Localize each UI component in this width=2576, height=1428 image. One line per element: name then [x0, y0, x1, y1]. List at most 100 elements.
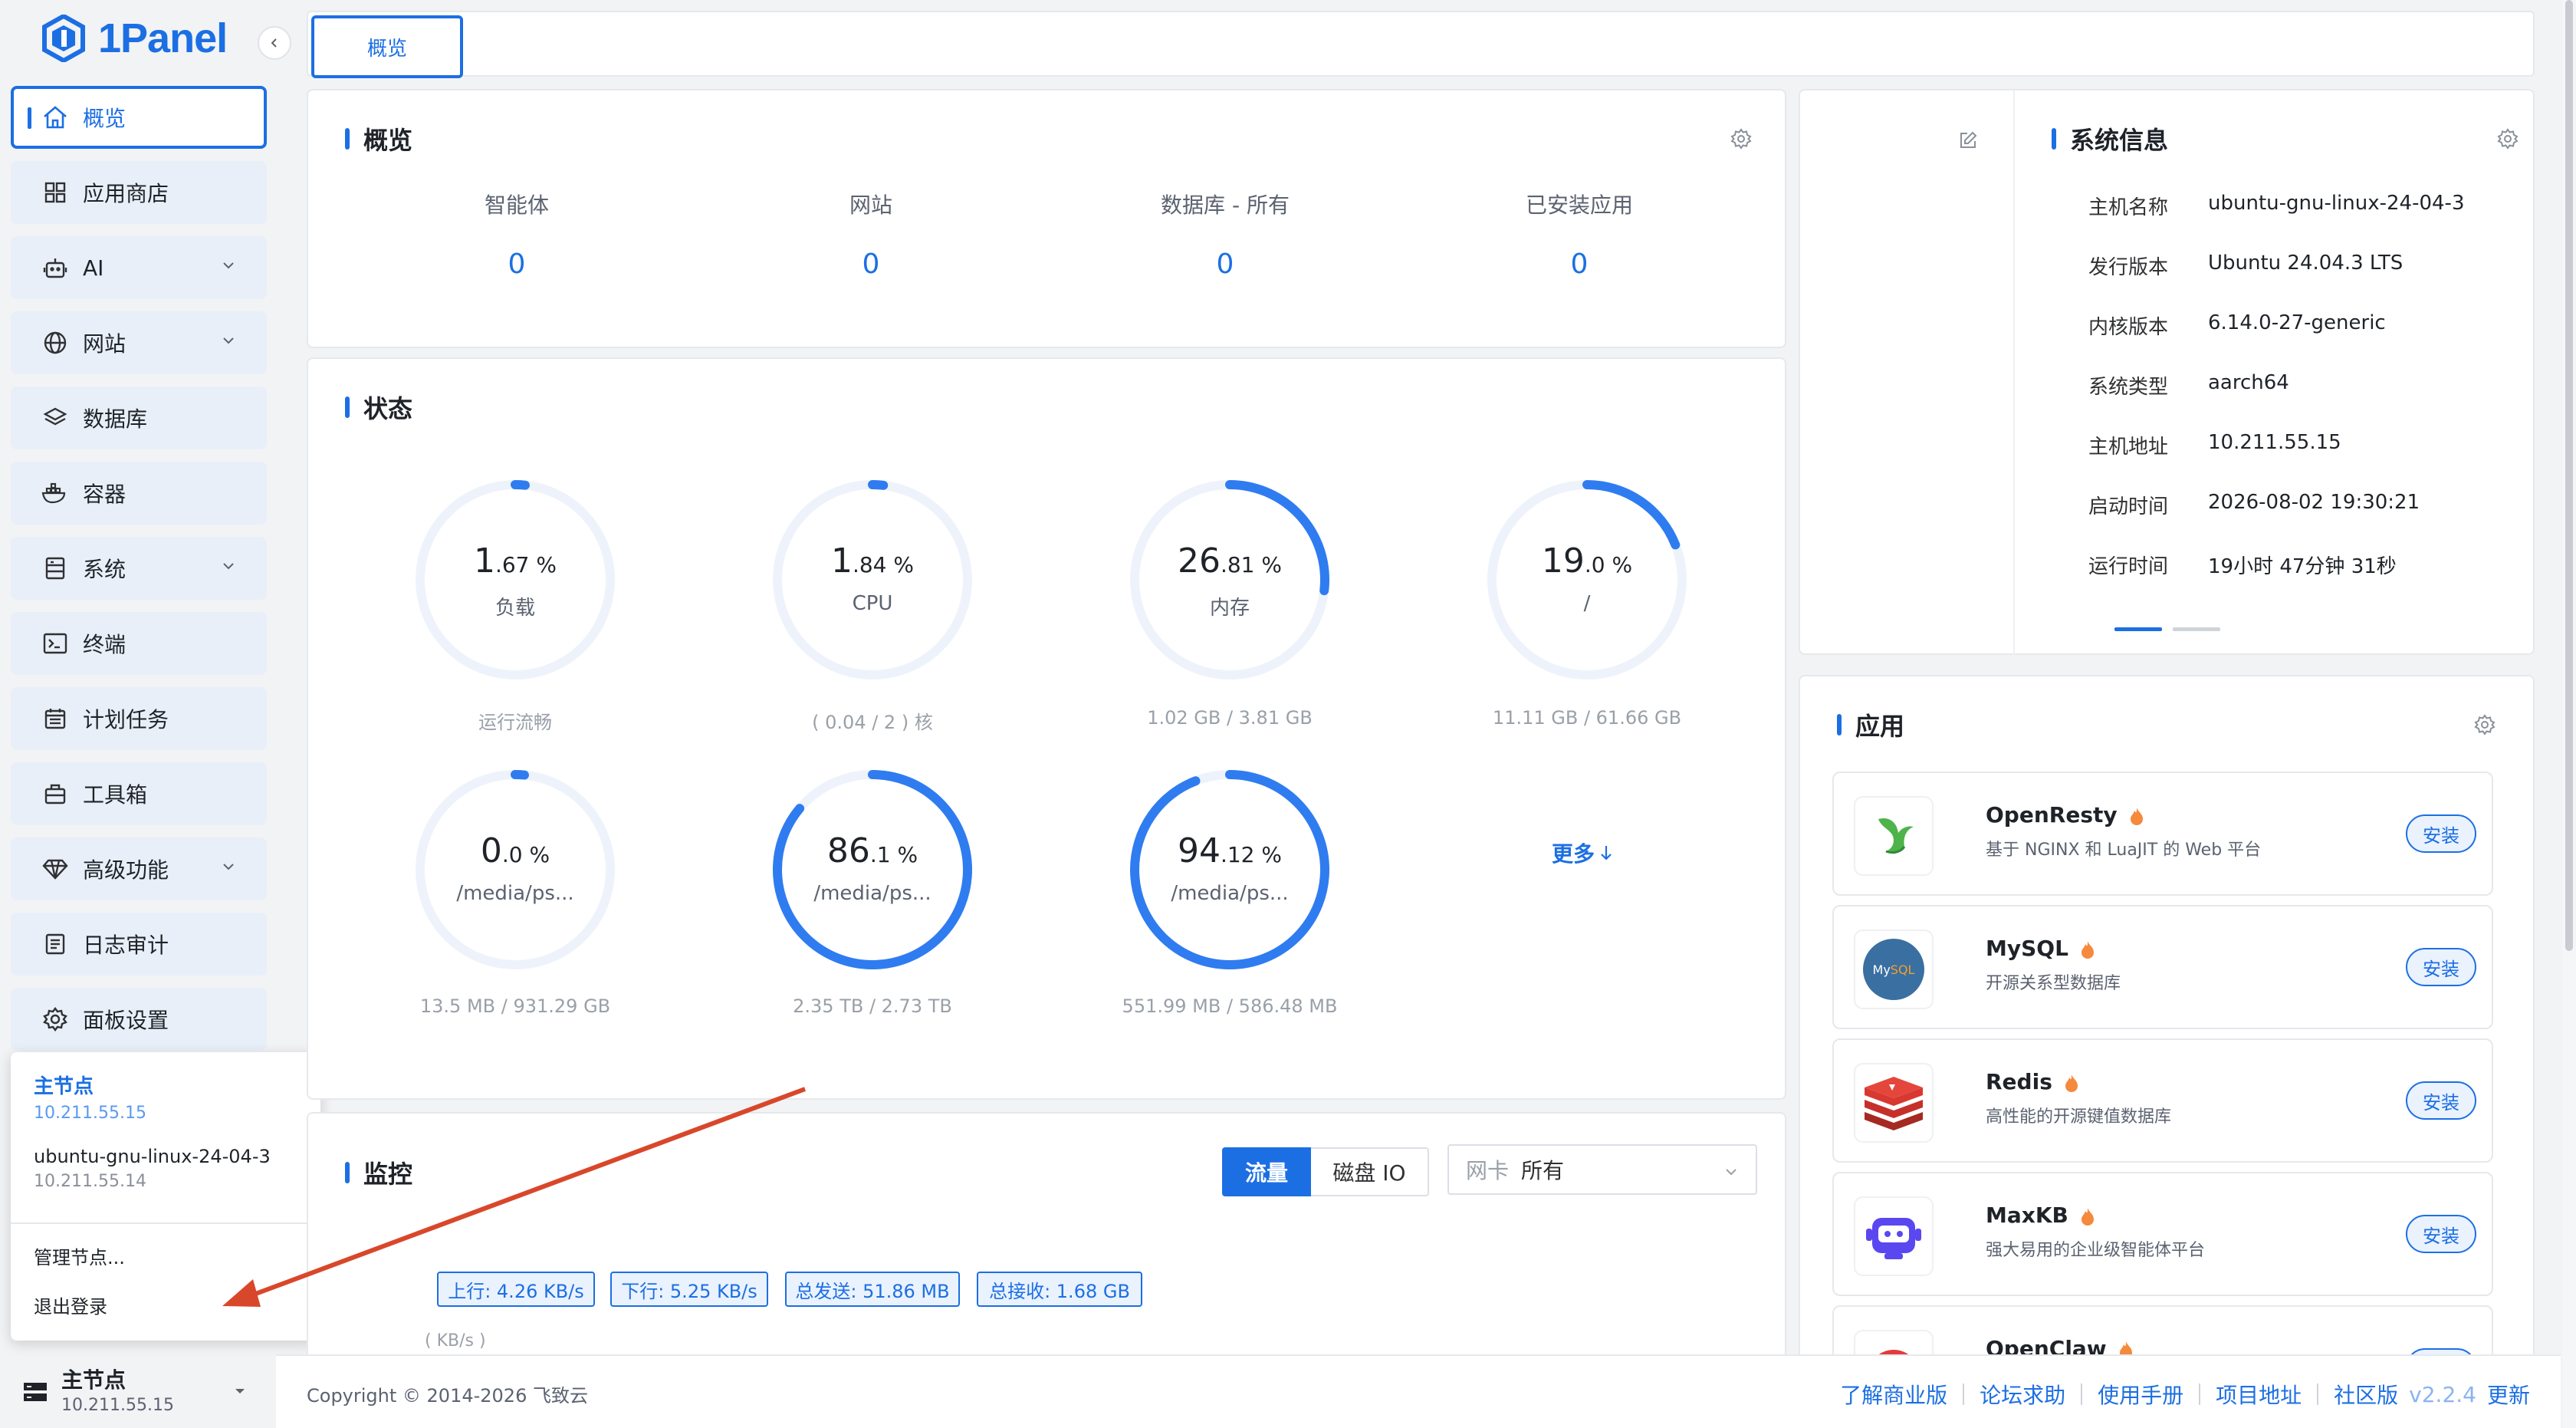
footer-links: 了解商业版 论坛求助 使用手册 项目地址 社区版 v2.2.4 更新	[1840, 1379, 2530, 1410]
sidebar-item-label: 系统	[83, 557, 127, 582]
scrollbar-thumb[interactable]	[2565, 0, 2573, 951]
install-button[interactable]: 安装	[2406, 1081, 2476, 1120]
install-button[interactable]: 安装	[2406, 1215, 2476, 1253]
sidebar-item-settings[interactable]: 面板设置	[11, 988, 267, 1051]
gear-icon[interactable]	[1730, 127, 1753, 150]
tab-bar: 概览	[307, 11, 2535, 78]
update-link[interactable]: 更新	[2487, 1379, 2530, 1410]
gauge-caption: 运行流畅	[478, 712, 552, 733]
divider	[1963, 1384, 1965, 1405]
collapse-sidebar-button[interactable]	[258, 26, 291, 60]
carousel-indicator[interactable]	[2173, 627, 2220, 631]
status-card: 状态 1.67 % 负载 运行流畅 1.84 % CPU ( 0.04 / 2 …	[307, 357, 1786, 1100]
status-title: 状态	[345, 390, 412, 425]
link-community[interactable]: 社区版	[2334, 1379, 2398, 1410]
sidebar-item-overview[interactable]: 概览	[11, 86, 267, 149]
app-name: OpenClaw	[1986, 1336, 2134, 1354]
upload-rate-tag: 上行: 4.26 KB/s	[437, 1272, 595, 1307]
node-ip: 10.211.55.15	[34, 1104, 146, 1123]
link-commercial[interactable]: 了解商业版	[1840, 1379, 1947, 1410]
link-forum[interactable]: 论坛求助	[1980, 1379, 2065, 1410]
install-button[interactable]: 安装	[2406, 814, 2476, 853]
chevron-down-icon	[223, 262, 234, 269]
sidebar-item-label: 面板设置	[83, 1008, 169, 1033]
sidebar-item-system[interactable]: 系统	[11, 537, 267, 600]
app-card-openresty[interactable]: OpenResty 基于 NGINX 和 LuaJIT 的 Web 平台 安装	[1832, 772, 2493, 896]
app-card-mysql[interactable]: MySQL MySQL 开源关系型数据库 安装	[1832, 905, 2493, 1029]
gauge-caption: 1.02 GB / 3.81 GB	[1147, 707, 1313, 729]
gauge-label: 内存	[1209, 597, 1250, 620]
tab-traffic[interactable]: 流量	[1222, 1147, 1311, 1196]
app-card-redis[interactable]: Redis 高性能的开源键值数据库 安装	[1832, 1038, 2493, 1163]
gear-icon[interactable]	[2496, 127, 2519, 150]
overview-websites[interactable]: 网站 0	[756, 189, 986, 280]
divider	[2199, 1384, 2201, 1405]
globe-icon	[41, 329, 69, 357]
gauge-load[interactable]: 1.67 % 负载	[411, 475, 619, 684]
node-name: ubuntu-gnu-linux-24-04-3	[34, 1146, 271, 1167]
logout-item[interactable]: 退出登录	[34, 1291, 107, 1318]
apps-title: 应用	[1837, 707, 1904, 742]
sidebar-item-advanced[interactable]: 高级功能	[11, 837, 267, 900]
gauge-value: 19.0 %	[1541, 541, 1633, 581]
install-button[interactable]: 安装	[2406, 948, 2476, 986]
gauge-disk-media-3[interactable]: 94.12 % /media/ps...	[1125, 765, 1334, 974]
sidebar-item-toolbox[interactable]: 工具箱	[11, 762, 267, 825]
sidebar-item-label: 日志审计	[83, 933, 169, 958]
manage-nodes-item[interactable]: 管理节点...	[34, 1242, 125, 1269]
overview-databases[interactable]: 数据库 - 所有 0	[1110, 189, 1340, 280]
gauge-caption: 13.5 MB / 931.29 GB	[419, 995, 611, 1017]
link-project[interactable]: 项目地址	[2216, 1379, 2302, 1410]
sidebar-item-terminal[interactable]: 终端	[11, 612, 267, 675]
gauge-value: 1.67 %	[473, 541, 557, 581]
overview-agents[interactable]: 智能体 0	[402, 189, 632, 280]
sidebar-item-label: 应用商店	[83, 181, 169, 206]
sidebar-item-ai[interactable]: AI	[11, 236, 267, 299]
gauge-memory[interactable]: 26.81 % 内存	[1125, 475, 1334, 684]
terminal-icon	[41, 630, 69, 657]
link-manual[interactable]: 使用手册	[2098, 1379, 2183, 1410]
chevron-down-icon	[223, 864, 234, 870]
footer: Copyright © 2014-2026 飞致云 了解商业版 论坛求助 使用手…	[276, 1354, 2561, 1428]
log-icon	[41, 930, 69, 958]
sidebar-item-label: 计划任务	[83, 707, 169, 732]
carousel-indicator-active[interactable]	[2114, 627, 2162, 631]
openclaw-logo-icon	[1854, 1330, 1934, 1354]
more-link[interactable]: 更多	[1552, 837, 1613, 868]
divider	[2013, 90, 2015, 655]
tab-disk-io[interactable]: 磁盘 IO	[1311, 1147, 1429, 1196]
sidebar-item-app-store[interactable]: 应用商店	[11, 161, 267, 224]
download-rate-tag: 下行: 5.25 KB/s	[610, 1272, 768, 1307]
sidebar-item-website[interactable]: 网站	[11, 311, 267, 374]
node-option-main[interactable]: 主节点 10.211.55.15	[34, 1071, 146, 1123]
overview-installed-apps[interactable]: 已安装应用 0	[1464, 189, 1694, 280]
gear-icon[interactable]	[2473, 713, 2496, 736]
gauge-cpu[interactable]: 1.84 % CPU	[768, 475, 977, 684]
node-switch-popup: 主节点 10.211.55.15 ubuntu-gnu-linux-24-04-…	[11, 1052, 320, 1341]
caret-down-icon	[235, 1389, 245, 1393]
sidebar-item-container[interactable]: 容器	[11, 462, 267, 525]
sidebar-item-label: 数据库	[83, 406, 148, 432]
gauge-label: /	[1583, 592, 1591, 615]
app-description: 开源关系型数据库	[1986, 974, 2121, 993]
gauge-disk-media-2[interactable]: 86.1 % /media/ps...	[768, 765, 977, 974]
install-button[interactable]: 安装	[2406, 1348, 2476, 1354]
node-option-ubuntu[interactable]: ubuntu-gnu-linux-24-04-3 10.211.55.14	[34, 1146, 271, 1191]
node-ip: 10.211.55.14	[34, 1172, 146, 1191]
tab-overview[interactable]: 概览	[311, 15, 463, 78]
gear-icon	[41, 1005, 69, 1033]
sidebar-item-database[interactable]: 数据库	[11, 387, 267, 449]
sidebar-item-log-audit[interactable]: 日志审计	[11, 913, 267, 976]
app-name: MySQL	[1986, 936, 2096, 961]
current-node-selector[interactable]: 主节点 10.211.55.15	[0, 1354, 276, 1428]
app-card-maxkb[interactable]: MaxKB 强大易用的企业级智能体平台 安装	[1832, 1172, 2493, 1296]
gauge-value: 86.1 %	[826, 831, 918, 870]
app-card-openclaw[interactable]: OpenClaw 安装	[1832, 1305, 2493, 1354]
robot-icon	[41, 254, 69, 281]
edit-icon[interactable]	[1958, 130, 1978, 150]
sidebar-item-cron[interactable]: 计划任务	[11, 687, 267, 750]
nic-select[interactable]: 网卡 所有	[1447, 1144, 1757, 1195]
gauge-disk-root[interactable]: 19.0 % /	[1483, 475, 1691, 684]
gauge-value: 26.81 %	[1177, 541, 1283, 581]
gauge-disk-media-1[interactable]: 0.0 % /media/ps...	[411, 765, 619, 974]
